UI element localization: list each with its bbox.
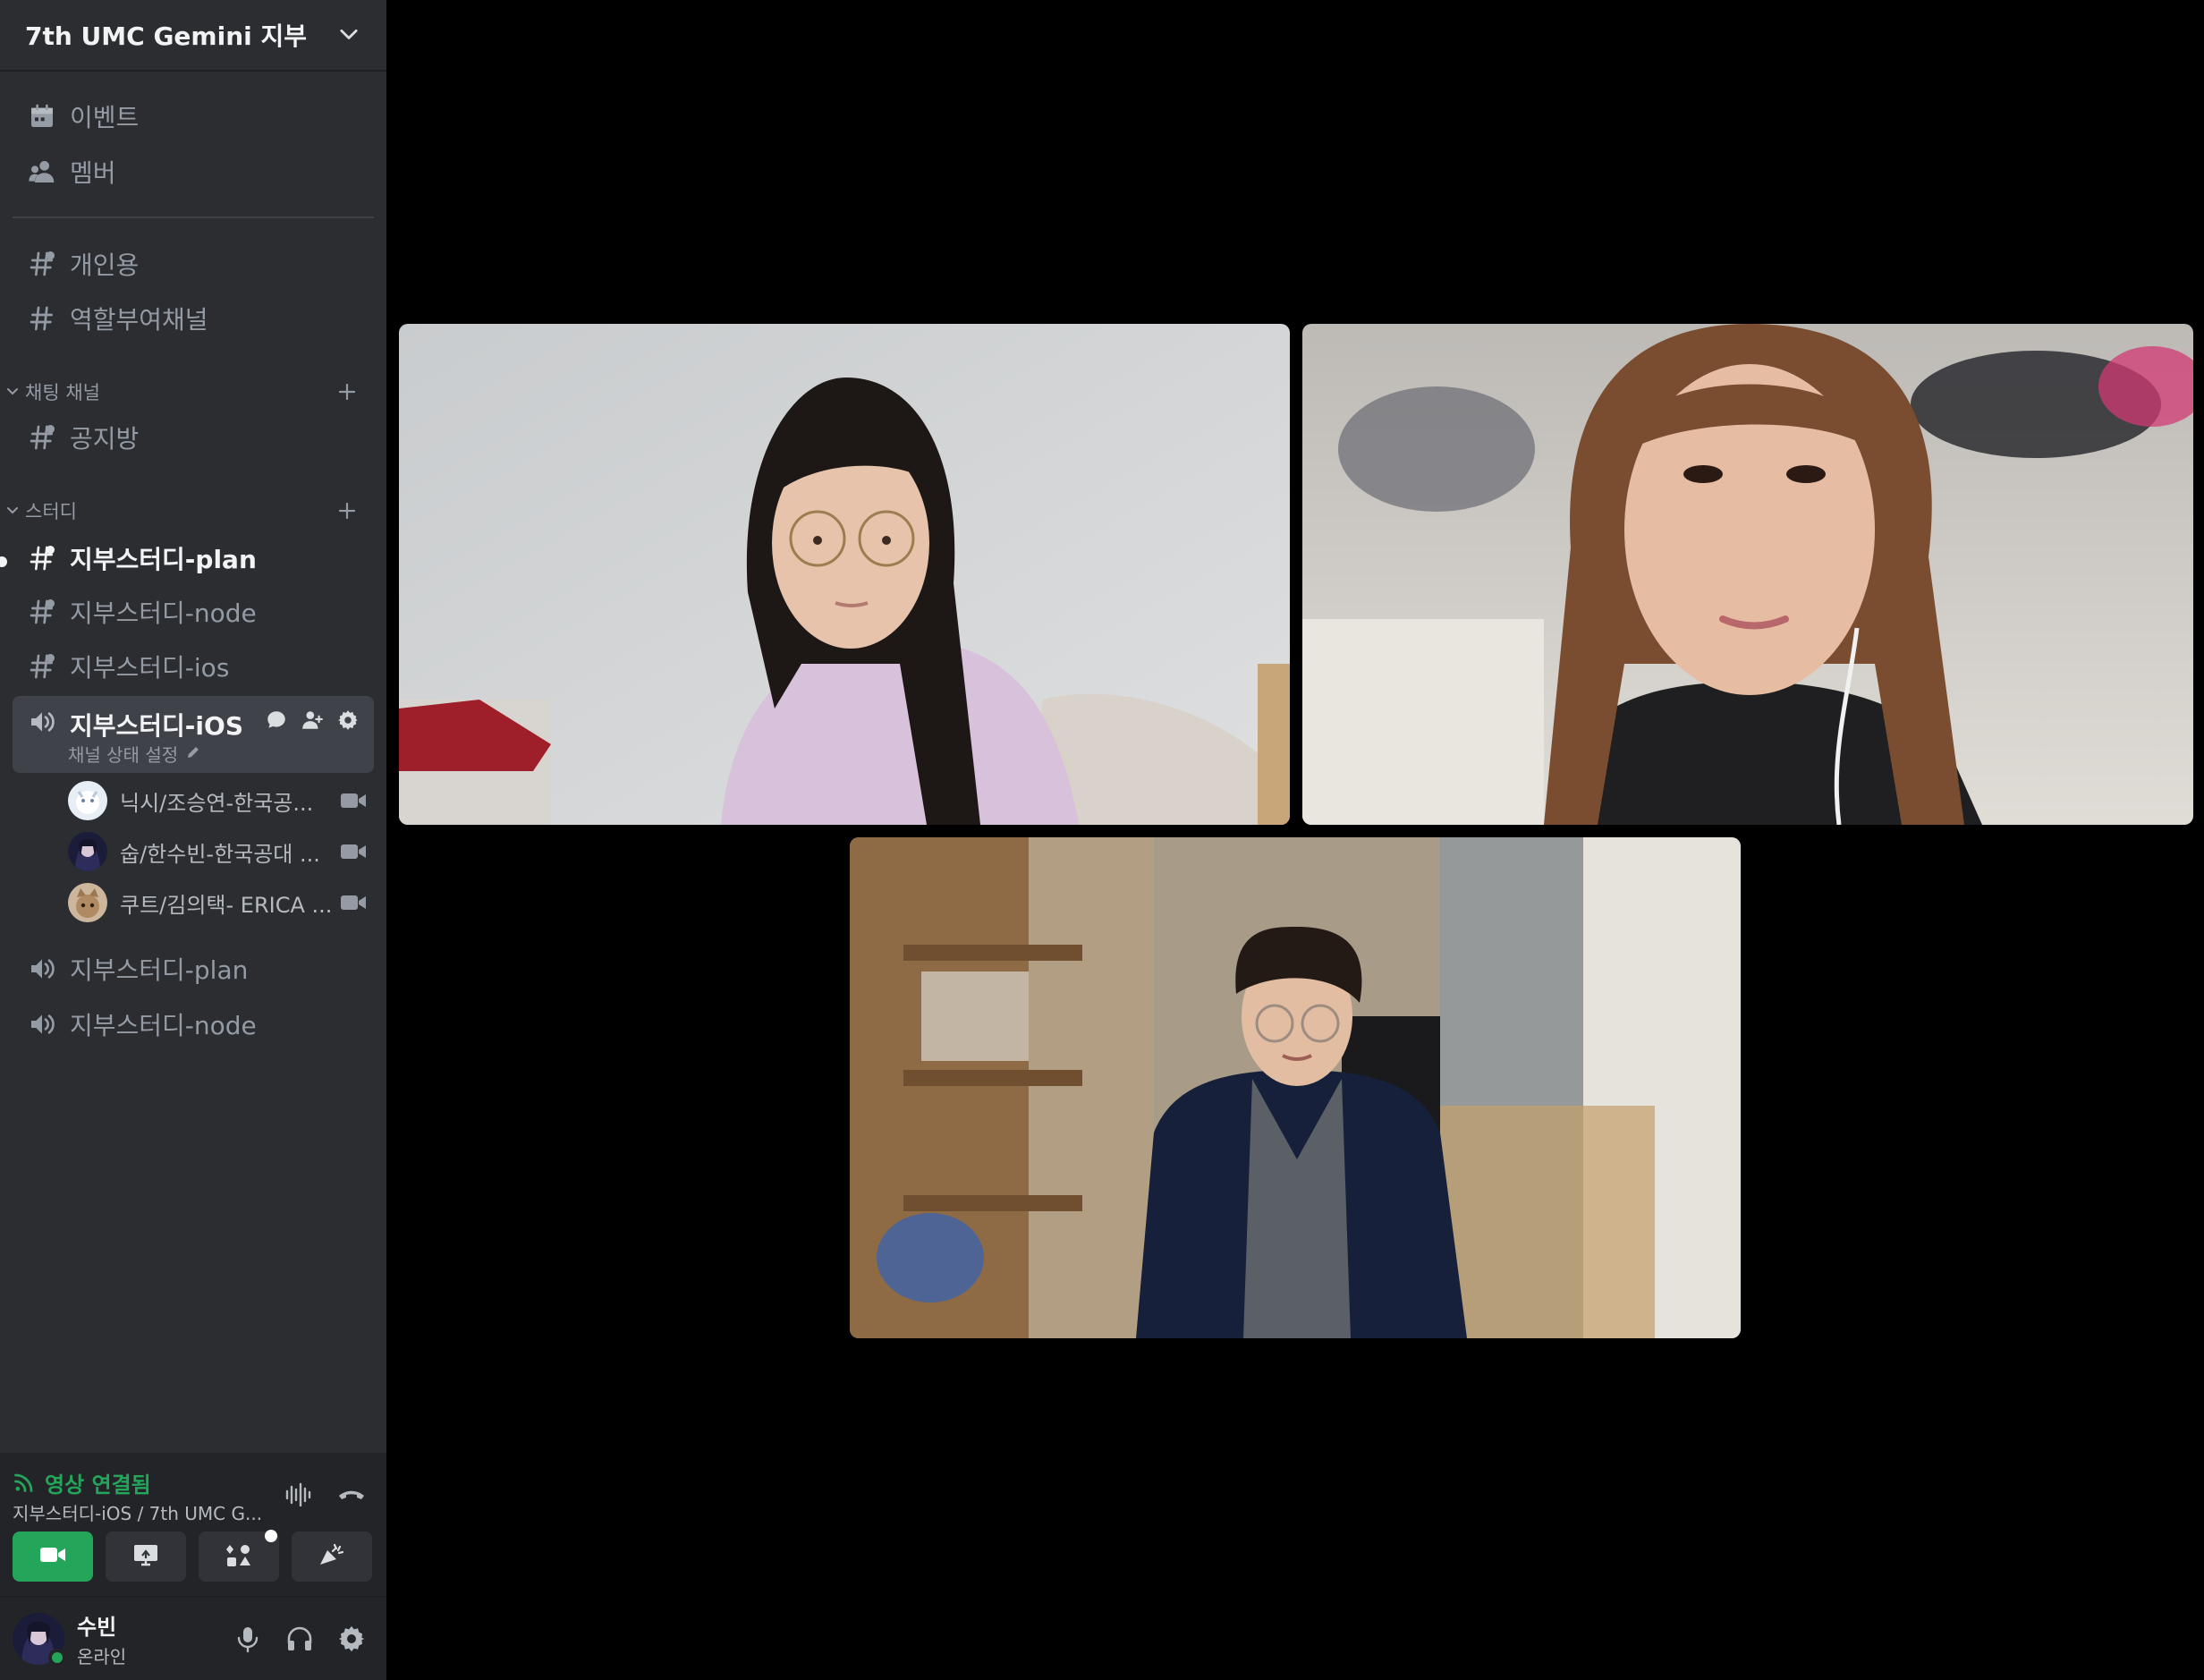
voice-connection-panel: 영상 연결됨 지부스터디-iOS / 7th UMC G...	[0, 1453, 386, 1598]
channel-label: 개인용	[70, 250, 140, 280]
chevron-down-icon	[5, 385, 20, 399]
disconnect-icon[interactable]	[336, 1480, 367, 1510]
calendar-icon	[27, 101, 57, 132]
voice-status-label: 영상 연결됨	[45, 1472, 151, 1498]
screen-share-button[interactable]	[106, 1532, 186, 1582]
noise-suppression-icon[interactable]	[283, 1480, 313, 1510]
video-camera-icon	[340, 893, 367, 912]
voice-member-2[interactable]: 숩/한수빈-한국공대 ...	[68, 828, 367, 875]
camera-button[interactable]	[13, 1532, 93, 1582]
channel-item-study-ios[interactable]: 지부스터디-ios	[13, 641, 374, 692]
user-panel: 수빈 온라인	[0, 1598, 386, 1680]
channel-label: 공지방	[70, 424, 140, 454]
members-link[interactable]: 멤버	[13, 147, 374, 197]
members-label: 멤버	[70, 158, 116, 188]
pencil-icon	[185, 743, 201, 765]
category-study[interactable]: 스터디	[0, 493, 386, 529]
video-tile-3[interactable]	[850, 837, 1741, 1338]
add-channel-icon[interactable]	[336, 381, 358, 403]
member-name: 닉시/조승연-한국공...	[120, 790, 314, 816]
text-channel-icon	[27, 543, 57, 573]
voice-controls	[283, 1480, 367, 1510]
category-chat[interactable]: 채팅 채널	[0, 374, 386, 410]
soundboard-icon	[317, 1540, 347, 1574]
add-channel-icon[interactable]	[336, 500, 358, 522]
channel-item-study-plan[interactable]: 지부스터디-plan	[13, 533, 374, 583]
speaker-icon	[27, 1009, 57, 1039]
avatar	[68, 781, 107, 820]
invite-member-icon[interactable]	[301, 708, 324, 732]
chevron-down-icon[interactable]	[336, 22, 361, 47]
voice-channel-active[interactable]: 지부스터디-iOS 채널 상태 설정	[13, 696, 374, 773]
events-link[interactable]: 이벤트	[13, 91, 374, 141]
channel-item-role[interactable]: 역할부여채널	[13, 293, 374, 344]
video-tile-2[interactable]	[1302, 324, 2193, 825]
category-label: 채팅 채널	[25, 382, 100, 403]
chevron-down-icon	[5, 504, 20, 518]
category-label: 스터디	[25, 501, 77, 522]
channel-label: 역할부여채널	[70, 305, 208, 335]
video-camera-icon	[340, 842, 367, 861]
participant-video	[399, 324, 1290, 825]
hash-icon	[27, 303, 57, 334]
video-tile-1[interactable]	[399, 324, 1290, 825]
voice-member-1[interactable]: 닉시/조승연-한국공...	[68, 777, 367, 824]
activities-icon	[224, 1540, 254, 1574]
channel-sidebar: 7th UMC Gemini 지부 이벤트 멤버 개인용 역할부여채널 채팅 채…	[0, 0, 386, 1680]
chat-bubble-icon[interactable]	[265, 708, 288, 732]
text-channel-icon	[27, 422, 57, 453]
video-camera-icon	[38, 1540, 68, 1574]
gear-icon[interactable]	[336, 708, 360, 732]
events-label: 이벤트	[70, 103, 140, 132]
member-name: 숩/한수빈-한국공대 ...	[120, 841, 320, 867]
server-header[interactable]: 7th UMC Gemini 지부	[0, 0, 386, 72]
notification-dot	[265, 1530, 277, 1542]
text-channel-icon	[27, 249, 57, 279]
signal-icon	[13, 1469, 38, 1498]
voice-status[interactable]: 영상 연결됨	[13, 1467, 151, 1498]
channel-label: 지부스터디-iOS	[70, 711, 243, 741]
user-avatar[interactable]	[13, 1613, 66, 1667]
channel-actions	[265, 708, 360, 732]
channel-label: 지부스터디-plan	[70, 955, 249, 985]
channel-label: 지부스터디-node	[70, 598, 257, 628]
participant-video	[1302, 324, 2193, 825]
avatar	[68, 883, 107, 922]
user-name: 수빈	[77, 1615, 117, 1640]
channel-item-study-node[interactable]: 지부스터디-node	[13, 587, 374, 637]
user-status: 온라인	[77, 1646, 127, 1667]
screen-share-icon	[131, 1540, 161, 1574]
speaker-icon	[27, 707, 57, 737]
voice-channel-node[interactable]: 지부스터디-node	[13, 999, 374, 1049]
voice-member-3[interactable]: 쿠트/김의택- ERICA ...	[68, 879, 367, 926]
unread-indicator	[0, 556, 7, 567]
user-info[interactable]: 수빈 온라인	[77, 1609, 233, 1668]
sidebar-divider	[13, 216, 374, 218]
voice-channel-name[interactable]: 지부스터디-iOS / 7th UMC G...	[13, 1499, 262, 1525]
members-icon	[27, 157, 57, 187]
online-status-indicator	[48, 1649, 66, 1667]
avatar	[68, 832, 107, 871]
server-name: 7th UMC Gemini 지부	[25, 21, 307, 51]
channel-item-notice[interactable]: 공지방	[13, 412, 374, 462]
channel-status-setting[interactable]: 채널 상태 설정	[68, 741, 201, 767]
participant-video	[850, 837, 1741, 1338]
text-channel-icon	[27, 651, 57, 682]
soundboard-button[interactable]	[292, 1532, 372, 1582]
channel-item-personal[interactable]: 개인용	[13, 239, 374, 289]
text-channel-icon	[27, 597, 57, 627]
channel-label: 지부스터디-ios	[70, 653, 230, 683]
gear-icon[interactable]	[336, 1624, 367, 1654]
user-controls	[233, 1624, 367, 1654]
channel-label: 지부스터디-node	[70, 1011, 257, 1040]
speaker-icon	[27, 954, 57, 984]
voice-channel-plan[interactable]: 지부스터디-plan	[13, 944, 374, 994]
headphones-icon[interactable]	[284, 1624, 315, 1654]
member-name: 쿠트/김의택- ERICA ...	[120, 892, 333, 918]
channel-status-label: 채널 상태 설정	[68, 744, 179, 766]
channel-label: 지부스터디-plan	[70, 545, 257, 574]
microphone-icon[interactable]	[233, 1624, 263, 1654]
video-camera-icon	[340, 791, 367, 810]
